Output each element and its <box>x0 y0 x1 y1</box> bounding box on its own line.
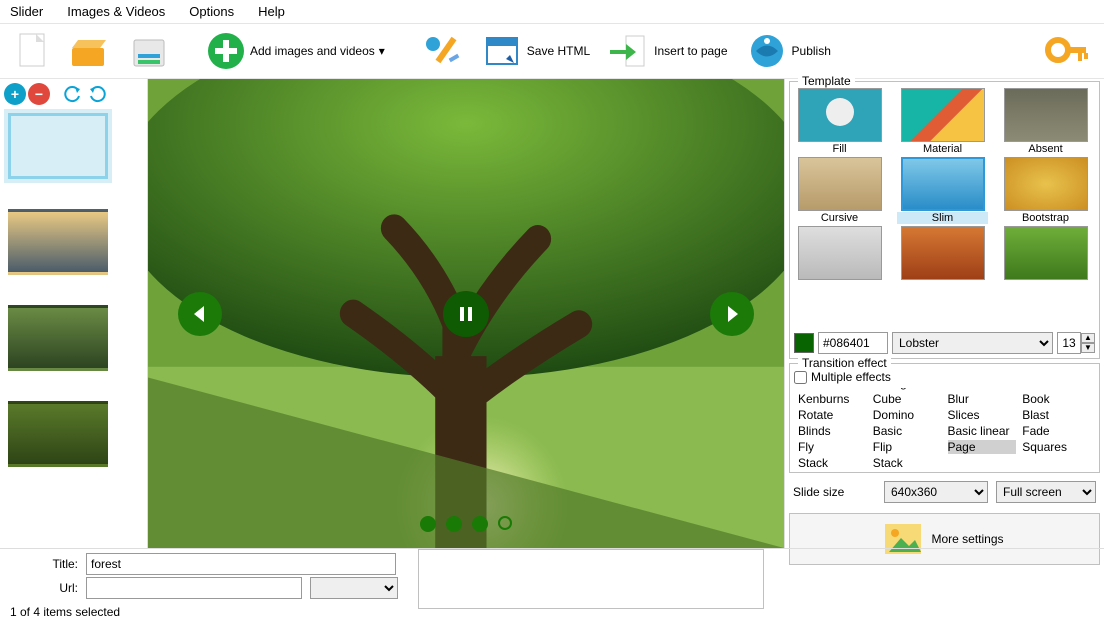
effect-item[interactable]: Brick <box>798 388 867 390</box>
preview-canvas <box>148 79 784 548</box>
effect-item[interactable]: Photo <box>1022 388 1091 390</box>
settings-button[interactable] <box>415 28 469 74</box>
effect-item[interactable]: Flip <box>873 440 942 454</box>
thumbnail-item[interactable] <box>8 401 108 467</box>
template-item[interactable] <box>794 226 885 281</box>
url-input[interactable] <box>86 577 302 599</box>
template-item-cursive[interactable]: Cursive <box>794 157 885 224</box>
menu-slider[interactable]: Slider <box>10 4 43 19</box>
template-options-row: Lobster ▲▼ <box>794 332 1095 354</box>
effect-item[interactable]: Collage <box>873 388 942 390</box>
thumbnail-list[interactable] <box>0 109 147 548</box>
slide-dots <box>420 516 512 532</box>
rotate-left-button[interactable] <box>62 83 84 105</box>
effect-item[interactable]: Slices <box>948 408 1017 422</box>
effect-item[interactable]: Stack vertical <box>873 456 942 468</box>
dot[interactable] <box>498 516 512 530</box>
thumbnail-item[interactable] <box>8 113 108 179</box>
effect-item[interactable]: Stack <box>798 456 867 468</box>
insert-to-page-button[interactable]: Insert to page <box>602 28 733 74</box>
menu-images-videos[interactable]: Images & Videos <box>67 4 165 19</box>
effect-item[interactable]: Fade <box>1022 424 1091 438</box>
font-select[interactable]: Lobster <box>892 332 1053 354</box>
right-panel: Template Fill Material Absent Cursive Sl… <box>784 79 1104 548</box>
bottom-bar: Title: Url: <box>0 548 1104 603</box>
sidebar: + − <box>0 79 148 548</box>
template-item-material[interactable]: Material <box>897 88 988 155</box>
slide-pause-button[interactable] <box>443 291 489 337</box>
effect-item[interactable]: Blur <box>948 392 1017 406</box>
spinner-up[interactable]: ▲ <box>1081 333 1095 343</box>
menu-options[interactable]: Options <box>189 4 234 19</box>
effects-list[interactable]: Brick Collage Seven Photo Kenburns Cube Blur Bo… <box>794 388 1095 468</box>
template-item-absent[interactable]: Absent <box>1000 88 1091 155</box>
effect-item[interactable]: Basic linear <box>948 424 1017 438</box>
save-file-button[interactable] <box>122 28 176 74</box>
spinner-down[interactable]: ▼ <box>1081 343 1095 353</box>
effect-item[interactable]: Squares <box>1022 440 1091 454</box>
template-fieldset: Template Fill Material Absent Cursive Sl… <box>789 81 1100 359</box>
description-area[interactable] <box>418 549 764 609</box>
dot[interactable] <box>420 516 436 532</box>
multiple-effects-label: Multiple effects <box>811 370 891 384</box>
slide-size-label: Slide size <box>793 485 844 499</box>
slide-dims-select[interactable]: 640x360 <box>884 481 988 503</box>
toolbar: Add images and videos ▾ Save HTML Insert… <box>0 23 1104 79</box>
slide-prev-button[interactable] <box>178 292 222 336</box>
title-label: Title: <box>8 557 78 571</box>
transition-fieldset: Transition effect Multiple effects Brick… <box>789 363 1100 473</box>
effect-item[interactable]: Seven <box>948 388 1017 390</box>
template-item-bootstrap[interactable]: Bootstrap <box>1000 157 1091 224</box>
publish-button[interactable]: Publish <box>740 28 837 74</box>
template-item[interactable] <box>897 226 988 281</box>
dropdown-caret-icon: ▾ <box>379 44 385 58</box>
add-images-videos-button[interactable]: Add images and videos ▾ <box>200 29 391 73</box>
url-label: Url: <box>8 581 78 595</box>
new-file-button[interactable] <box>8 28 56 74</box>
fontsize-spinner[interactable]: ▲▼ <box>1057 332 1095 354</box>
effect-item[interactable]: Book <box>1022 392 1091 406</box>
effect-item[interactable]: Rotate <box>798 408 867 422</box>
template-item-slim[interactable]: Slim <box>897 157 988 224</box>
dot[interactable] <box>472 516 488 532</box>
template-grid[interactable]: Fill Material Absent Cursive Slim Bootst… <box>794 88 1095 328</box>
url-target-select[interactable] <box>310 577 398 599</box>
effect-item[interactable]: Blast <box>1022 408 1091 422</box>
multiple-effects-checkbox[interactable] <box>794 371 807 384</box>
template-item-fill[interactable]: Fill <box>794 88 885 155</box>
template-legend: Template <box>798 74 855 88</box>
rotate-right-button[interactable] <box>86 83 108 105</box>
color-swatch[interactable] <box>794 333 814 353</box>
thumbnail-item[interactable] <box>8 305 108 371</box>
effect-item[interactable]: Kenburns <box>798 392 867 406</box>
effect-item[interactable]: Basic <box>873 424 942 438</box>
effect-item[interactable]: Page <box>948 440 1017 454</box>
title-input[interactable] <box>86 553 396 575</box>
effect-item[interactable]: Cube <box>873 392 942 406</box>
sidebar-tools: + − <box>0 79 147 109</box>
slide-next-button[interactable] <box>710 292 754 336</box>
effect-item[interactable]: Domino <box>873 408 942 422</box>
add-slide-button[interactable]: + <box>4 83 26 105</box>
key-activate-button[interactable] <box>1038 28 1096 74</box>
open-file-button[interactable] <box>62 28 116 74</box>
thumbnail-item[interactable] <box>8 209 108 275</box>
save-html-button[interactable]: Save HTML <box>475 28 596 74</box>
preview-panel <box>148 79 784 548</box>
remove-slide-button[interactable]: − <box>28 83 50 105</box>
template-item[interactable] <box>1000 226 1091 281</box>
effect-item[interactable]: Fly <box>798 440 867 454</box>
menu-bar: Slider Images & Videos Options Help <box>0 0 1104 23</box>
color-hex-input[interactable] <box>818 332 888 354</box>
menu-help[interactable]: Help <box>258 4 285 19</box>
transition-legend: Transition effect <box>798 356 891 370</box>
slide-mode-select[interactable]: Full screen <box>996 481 1096 503</box>
fontsize-input[interactable] <box>1057 332 1081 354</box>
dot[interactable] <box>446 516 462 532</box>
effect-item[interactable]: Blinds <box>798 424 867 438</box>
slide-size-row: Slide size 640x360 Full screen <box>785 475 1104 509</box>
